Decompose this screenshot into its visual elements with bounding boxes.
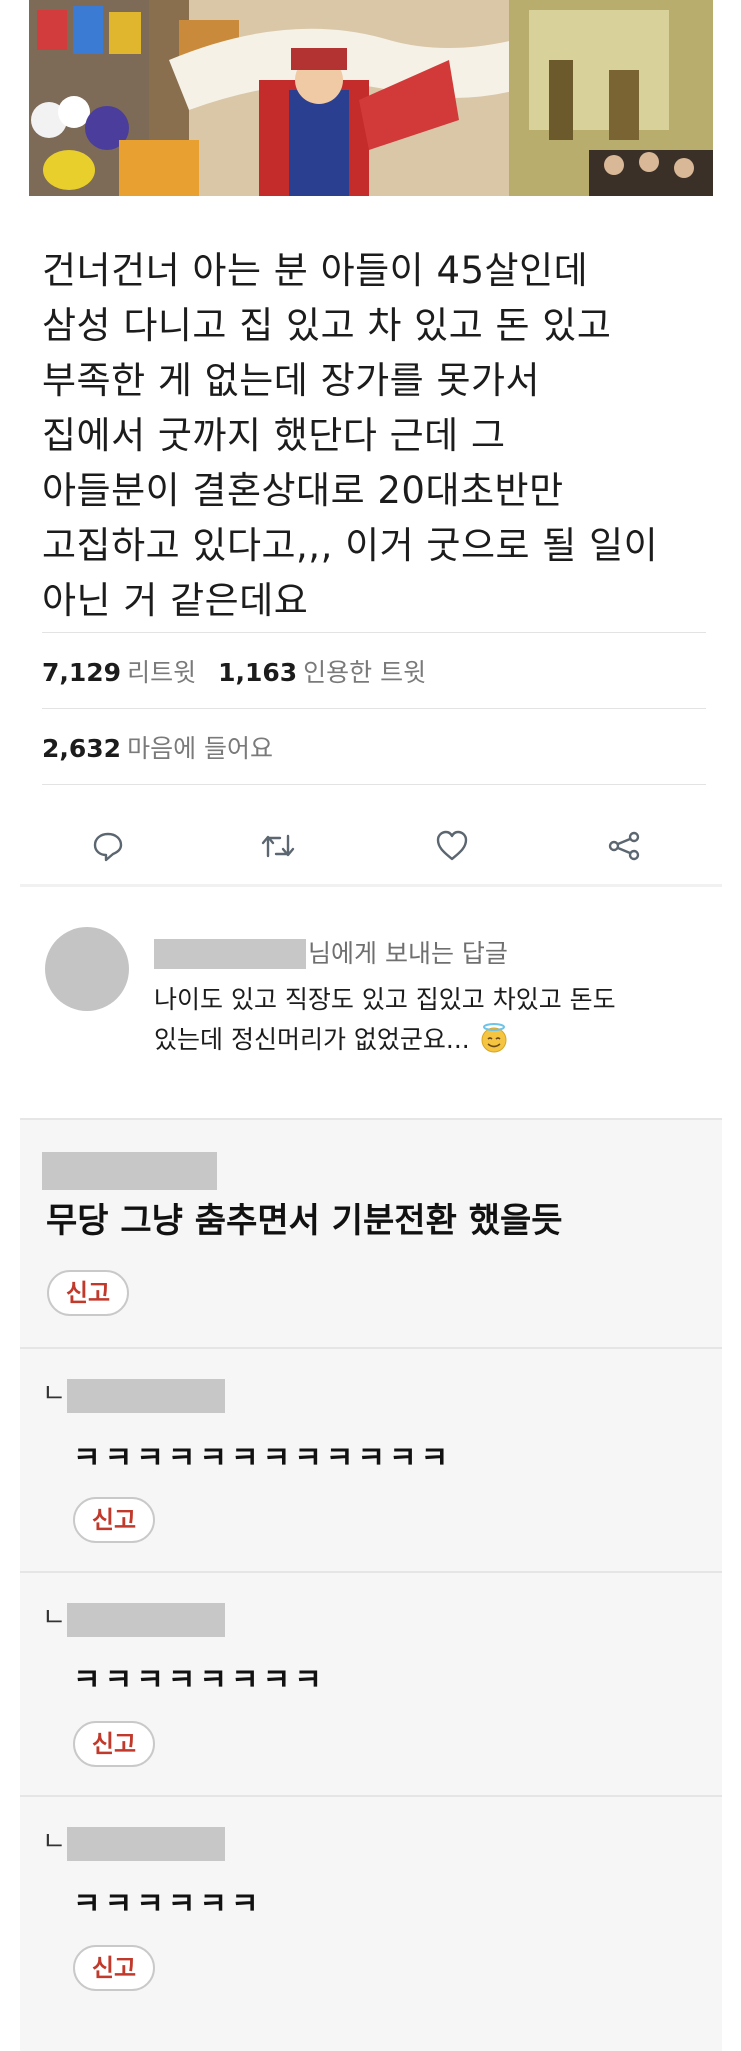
reply-to-label: 님에게 보내는 답글 xyxy=(308,939,508,968)
share-button[interactable] xyxy=(602,824,646,868)
section-divider xyxy=(20,884,722,887)
reply-mark: ㄴ xyxy=(42,1603,66,1633)
quotes-count[interactable]: 1,163 xyxy=(218,658,297,687)
comment-reply-item: ㄴ ㅋㅋㅋㅋㅋㅋ 신고 xyxy=(20,1797,722,2027)
redacted-username xyxy=(154,939,306,969)
comment-text: ㅋㅋㅋㅋㅋㅋ xyxy=(73,1887,263,1922)
reply-icon xyxy=(93,832,123,862)
retweets-label[interactable]: 리트윗 xyxy=(127,658,196,687)
heart-icon xyxy=(436,830,468,861)
likes-count[interactable]: 2,632 xyxy=(42,734,121,763)
reply-tweet[interactable]: 님에게 보내는 답글 나이도 있고 직장도 있고 집있고 차있고 돈도 있는데 … xyxy=(20,890,722,1120)
divider xyxy=(42,708,706,709)
likes-label[interactable]: 마음에 들어요 xyxy=(127,734,273,763)
divider xyxy=(42,784,706,785)
smiling-face-with-halo-icon xyxy=(481,1023,507,1053)
reply-body: 나이도 있고 직장도 있고 집있고 차있고 돈도 있는데 정신머리가 없었군요.… xyxy=(154,985,616,1054)
shaman-ritual-photo xyxy=(29,0,713,196)
comment-item: 무당 그냥 춤추면서 기분전환 했을듯 신고 xyxy=(20,1120,722,1348)
reply-mark: ㄴ xyxy=(42,1379,66,1409)
comment-text: 무당 그냥 춤추면서 기분전환 했을듯 xyxy=(46,1201,563,1241)
reply-to-line: 님에게 보내는 답글 xyxy=(154,938,508,970)
tweet-text: 건너건너 아는 분 아들이 45살인데 삼성 다니고 집 있고 차 있고 돈 있… xyxy=(42,249,659,622)
report-button[interactable]: 신고 xyxy=(47,1270,129,1316)
report-button[interactable]: 신고 xyxy=(73,1945,155,1991)
comment-section: 무당 그냥 춤추면서 기분전환 했을듯 신고 ㄴ ㅋㅋㅋㅋㅋㅋㅋㅋㅋㅋㅋㅋ 신고… xyxy=(20,1118,722,2051)
redacted-username xyxy=(67,1603,225,1637)
quotes-label[interactable]: 인용한 트윗 xyxy=(303,658,426,687)
avatar[interactable] xyxy=(45,927,129,1011)
likes-stats-row: 2,632 마음에 들어요 xyxy=(42,734,295,764)
tweet-photo[interactable] xyxy=(29,0,713,196)
redacted-username xyxy=(67,1379,225,1413)
like-button[interactable] xyxy=(430,824,474,868)
reply-mark: ㄴ xyxy=(42,1827,66,1857)
comment-text: ㅋㅋㅋㅋㅋㅋㅋㅋ xyxy=(73,1663,326,1698)
comment-text: ㅋㅋㅋㅋㅋㅋㅋㅋㅋㅋㅋㅋ xyxy=(73,1441,453,1476)
comment-reply-item: ㄴ ㅋㅋㅋㅋㅋㅋㅋㅋㅋㅋㅋㅋ 신고 xyxy=(20,1349,722,1571)
share-icon xyxy=(608,831,640,861)
retweets-count[interactable]: 7,129 xyxy=(42,658,121,687)
comment-reply-item: ㄴ ㅋㅋㅋㅋㅋㅋㅋㅋ 신고 xyxy=(20,1573,722,1795)
reply-button[interactable] xyxy=(86,824,130,868)
tweet-action-bar xyxy=(42,810,706,880)
report-button[interactable]: 신고 xyxy=(73,1721,155,1767)
divider xyxy=(42,632,706,633)
tweet-stats-row: 7,129 리트윗 1,163 인용한 트윗 xyxy=(42,658,448,688)
redacted-username xyxy=(42,1152,217,1190)
redacted-username xyxy=(67,1827,225,1861)
retweet-icon xyxy=(261,834,295,858)
report-button[interactable]: 신고 xyxy=(73,1497,155,1543)
retweet-button[interactable] xyxy=(256,824,300,868)
reply-text: 나이도 있고 직장도 있고 집있고 차있고 돈도 있는데 정신머리가 없었군요.… xyxy=(154,980,694,1060)
